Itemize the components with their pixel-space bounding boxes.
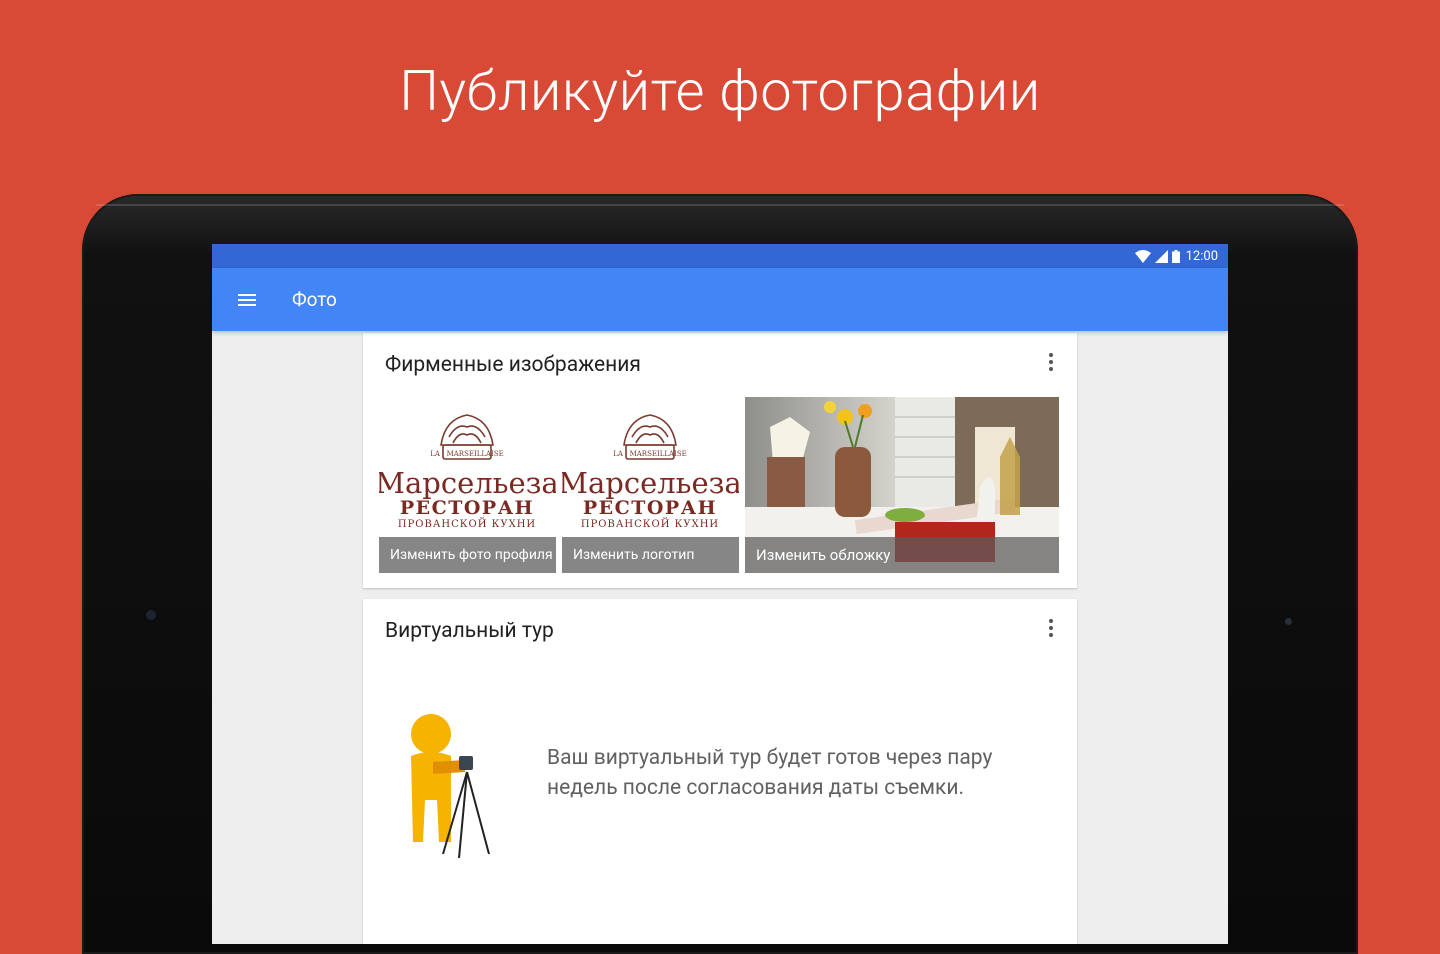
status-time: 12:00 xyxy=(1185,248,1218,264)
logo-subtitle-2: ПРОВАНСКОЙ КУХНИ xyxy=(398,518,536,530)
branding-card-title: Фирменные изображения xyxy=(385,353,641,377)
more-vert-icon xyxy=(1049,619,1053,623)
svg-text:LA · MARSEILLAISE: LA · MARSEILLAISE xyxy=(613,450,687,458)
logo-tile[interactable]: LA · MARSEILLAISE Марсельеза РЕСТОРАН ПР… xyxy=(562,397,739,573)
branding-tiles: LA · MARSEILLAISE Марсельеза РЕСТОРАН ПР… xyxy=(379,397,1059,573)
front-camera xyxy=(146,610,156,620)
more-vert-icon-dot xyxy=(1049,626,1053,630)
change-cover-label: Изменить обложку xyxy=(745,537,1059,573)
restaurant-logo-image: LA · MARSEILLAISE Марсельеза РЕСТОРАН ПР… xyxy=(562,414,739,530)
logo-wordmark: Марсельеза xyxy=(379,466,556,500)
app-bar-title: Фото xyxy=(292,288,337,311)
profile-photo-tile[interactable]: LA · MARSEILLAISE Марсельеза РЕСТОРАН ПР… xyxy=(379,397,556,573)
branding-card-overflow-menu[interactable] xyxy=(1041,349,1061,375)
more-vert-icon xyxy=(1049,353,1053,357)
promo-title: Публикуйте фотографии xyxy=(399,58,1041,124)
main-content: Фирменные изображения LA · MARSEILLAISE xyxy=(212,331,1228,944)
svg-text:LA · MARSEILLAISE: LA · MARSEILLAISE xyxy=(430,450,504,458)
logo-subtitle: РЕСТОРАН xyxy=(400,497,534,519)
app-bar: Фото xyxy=(212,268,1228,331)
logo-wordmark: Марсельеза xyxy=(562,466,739,500)
change-logo-label: Изменить логотип xyxy=(562,537,739,573)
battery-icon xyxy=(1171,249,1180,263)
virtual-tour-message: Ваш виртуальный тур будет готов через па… xyxy=(547,746,993,800)
wifi-icon xyxy=(1134,249,1151,263)
tablet-screen: 12:00 Фото Фирменные изображения LA · MA… xyxy=(212,244,1228,944)
virtual-tour-title: Виртуальный тур xyxy=(385,619,554,643)
status-bar: 12:00 xyxy=(212,244,1228,268)
menu-button[interactable] xyxy=(212,268,282,331)
virtual-tour-card: Виртуальный тур Ваш виртуальный тур буде… xyxy=(363,599,1077,944)
logo-subtitle: РЕСТОРАН xyxy=(583,497,717,519)
sensor-dot xyxy=(1285,618,1292,625)
signal-icon xyxy=(1154,249,1168,263)
change-profile-photo-label: Изменить фото профиля xyxy=(379,537,556,573)
restaurant-logo-image: LA · MARSEILLAISE Марсельеза РЕСТОРАН ПР… xyxy=(379,414,556,530)
more-vert-icon-dot xyxy=(1049,360,1053,364)
more-vert-icon-dot xyxy=(1049,367,1053,371)
photographer-pegman-illustration xyxy=(411,714,490,859)
tour-card-overflow-menu[interactable] xyxy=(1041,615,1061,641)
more-vert-icon-dot xyxy=(1049,633,1053,637)
branding-images-card: Фирменные изображения LA · MARSEILLAISE xyxy=(363,333,1077,588)
cover-photo-tile[interactable]: Изменить обложку xyxy=(745,397,1059,573)
logo-subtitle-2: ПРОВАНСКОЙ КУХНИ xyxy=(581,518,719,530)
hamburger-menu-icon xyxy=(238,293,256,306)
